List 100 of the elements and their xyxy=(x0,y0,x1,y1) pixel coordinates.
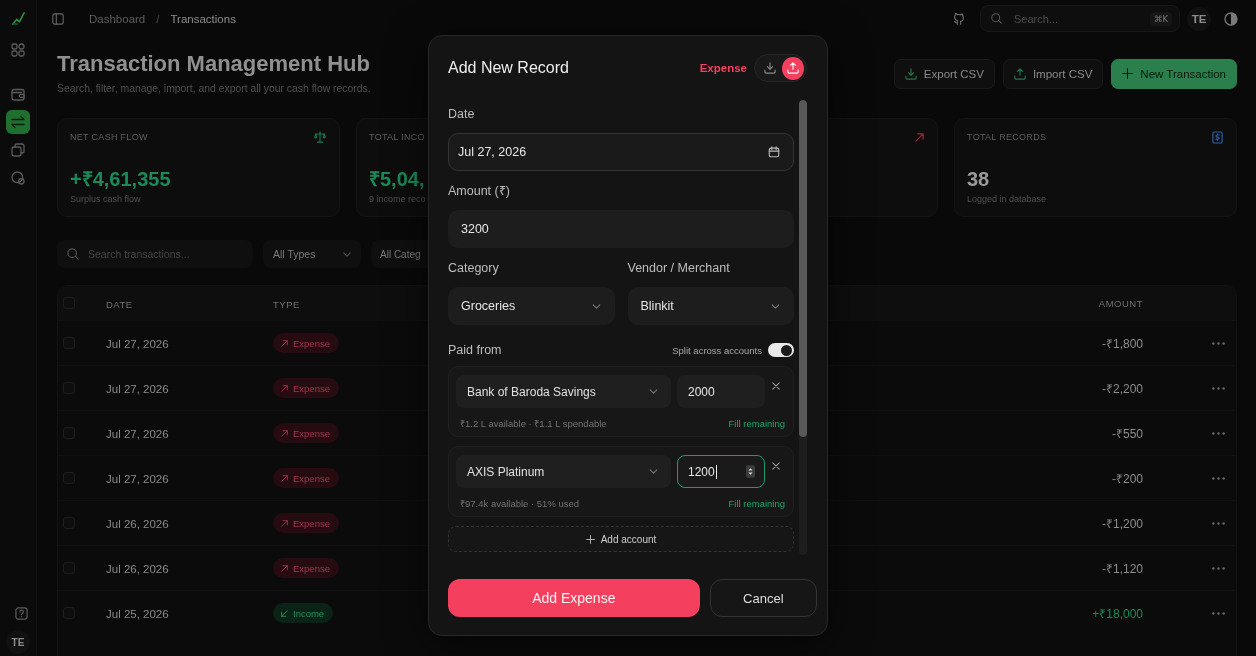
account-select[interactable]: Bank of Baroda Savings xyxy=(456,375,671,408)
field-label: Amount (₹) xyxy=(448,184,510,199)
arrow-up-right-icon xyxy=(281,429,288,437)
chevron-down-icon xyxy=(771,303,780,309)
split-toggle[interactable] xyxy=(768,343,794,357)
type-label: Expense xyxy=(293,427,330,439)
upload-icon xyxy=(1013,67,1026,80)
date-cell: Jul 26, 2026 xyxy=(106,563,169,575)
more-icon[interactable] xyxy=(1212,611,1225,615)
plus-icon xyxy=(1122,68,1134,79)
more-icon[interactable] xyxy=(1212,431,1225,435)
breadcrumb-link[interactable]: Transactions xyxy=(170,12,236,25)
arrow-up-right-icon xyxy=(281,384,288,392)
amount-cell-text: -₹1,200 xyxy=(1101,515,1143,532)
date-cell: Jul 25, 2026 xyxy=(106,608,169,620)
account-select[interactable]: AXIS Platinum xyxy=(456,455,671,488)
help-icon[interactable] xyxy=(14,607,28,620)
stepper-icon[interactable] xyxy=(746,465,755,478)
more-icon[interactable] xyxy=(1212,386,1225,390)
amount-cell-text: +₹18,000 xyxy=(1092,605,1143,622)
chart-logo-icon[interactable] xyxy=(11,12,25,25)
export-button[interactable]: Export CSV xyxy=(893,58,995,89)
column-header: DATE xyxy=(106,299,133,310)
category-select[interactable]: Groceries xyxy=(448,287,615,325)
more-icon[interactable] xyxy=(1212,476,1225,480)
account-amount-input[interactable]: 2000 xyxy=(677,375,765,408)
scale-icon xyxy=(314,131,326,143)
close-icon[interactable] xyxy=(772,382,780,390)
add-account-button[interactable]: Add account xyxy=(448,526,794,552)
transfer-arrows-icon xyxy=(11,115,25,129)
new-transaction-button[interactable]: New Transaction xyxy=(1111,58,1237,89)
user-avatar[interactable]: TE xyxy=(1187,6,1211,31)
stat-value: +₹4,61,355 xyxy=(70,167,171,191)
download-icon xyxy=(904,67,917,80)
type-label: Expense xyxy=(699,62,747,74)
arrow-up-right-icon xyxy=(915,132,924,142)
user-avatar[interactable]: TE xyxy=(6,630,30,654)
breadcrumb-separator: / xyxy=(156,12,160,25)
date-cell: Jul 27, 2026 xyxy=(106,428,169,440)
sidebar-toggle-icon[interactable] xyxy=(52,12,64,25)
balance-info: ₹97.4k available · 51% used xyxy=(460,496,580,510)
keyboard-shortcut: ⌘K xyxy=(1149,11,1172,26)
cards-icon xyxy=(11,143,25,157)
plus-icon xyxy=(585,534,595,544)
date-cell: Jul 26, 2026 xyxy=(106,518,169,530)
column-header: TYPE xyxy=(273,299,300,310)
stat-label: NET CASH FLOW xyxy=(70,132,148,142)
more-icon[interactable] xyxy=(1212,341,1225,345)
upload-icon xyxy=(786,62,799,74)
balance-info: ₹1.2 L available · ₹1.1 L spendable xyxy=(460,416,607,430)
amount-input[interactable]: 3200 xyxy=(448,210,794,248)
type-label: Expense xyxy=(293,337,330,349)
chevron-down-icon xyxy=(343,251,351,257)
fill-remaining-link[interactable]: Fill remaining xyxy=(728,417,785,429)
coins-icon xyxy=(11,171,25,185)
date-cell: Jul 27, 2026 xyxy=(106,338,169,350)
arrow-up-right-icon xyxy=(281,474,288,482)
filter-select[interactable]: All Categ xyxy=(371,240,428,268)
amount-cell-text: -₹1,120 xyxy=(1101,560,1143,577)
date-cell: Jul 27, 2026 xyxy=(106,383,169,395)
cat-icon[interactable] xyxy=(953,12,965,25)
page-subtitle: Search, filter, manage, import, and export all your cash flow records. xyxy=(57,82,371,96)
arrow-up-right-icon xyxy=(281,564,288,572)
type-option[interactable] xyxy=(781,56,804,80)
fill-remaining-link[interactable]: Fill remaining xyxy=(728,497,785,509)
close-icon[interactable] xyxy=(772,462,780,470)
calendar-icon xyxy=(768,146,780,158)
more-icon[interactable] xyxy=(1212,566,1225,570)
more-icon[interactable] xyxy=(1212,521,1225,525)
breadcrumb-link[interactable]: Dashboard xyxy=(89,12,146,25)
type-label: Income xyxy=(293,607,325,619)
date-field[interactable]: Jul 27, 2026 xyxy=(448,133,794,171)
filter-select[interactable]: All Types xyxy=(263,240,361,268)
field-label: Category xyxy=(448,261,499,276)
contrast-icon[interactable] xyxy=(1224,11,1238,26)
submit-button[interactable]: Add Expense xyxy=(448,579,700,617)
wallet-icon xyxy=(11,87,25,101)
search-icon xyxy=(991,13,1002,24)
dialog-title: Add New Record xyxy=(448,59,569,77)
account-amount-input[interactable]: 1200 xyxy=(677,455,765,488)
type-label: Expense xyxy=(293,517,330,529)
search-field[interactable]: Search... ⌘K xyxy=(980,5,1180,32)
chevron-down-icon xyxy=(591,303,601,309)
stat-value: 38 xyxy=(967,167,990,191)
field-label: Date xyxy=(448,107,475,122)
stat-note: Logged in database xyxy=(967,194,1047,205)
chevron-down-icon xyxy=(649,389,658,394)
sidebar-item[interactable] xyxy=(6,110,30,134)
type-label: Expense xyxy=(293,472,330,484)
arrow-up-right-icon xyxy=(281,519,288,527)
cancel-button[interactable]: Cancel xyxy=(709,579,817,617)
search-icon xyxy=(67,248,79,260)
stat-value: ₹5,04, xyxy=(369,167,425,191)
date-cell: Jul 27, 2026 xyxy=(106,473,169,485)
vendor-select[interactable]: Blinkit xyxy=(627,287,794,325)
chevron-down-icon xyxy=(649,469,658,474)
arrow-down-left-icon xyxy=(281,609,288,617)
amount-cell-text: -₹200 xyxy=(1111,470,1143,487)
import-button[interactable]: Import CSV xyxy=(1002,58,1104,89)
scrollbar[interactable] xyxy=(799,100,807,555)
